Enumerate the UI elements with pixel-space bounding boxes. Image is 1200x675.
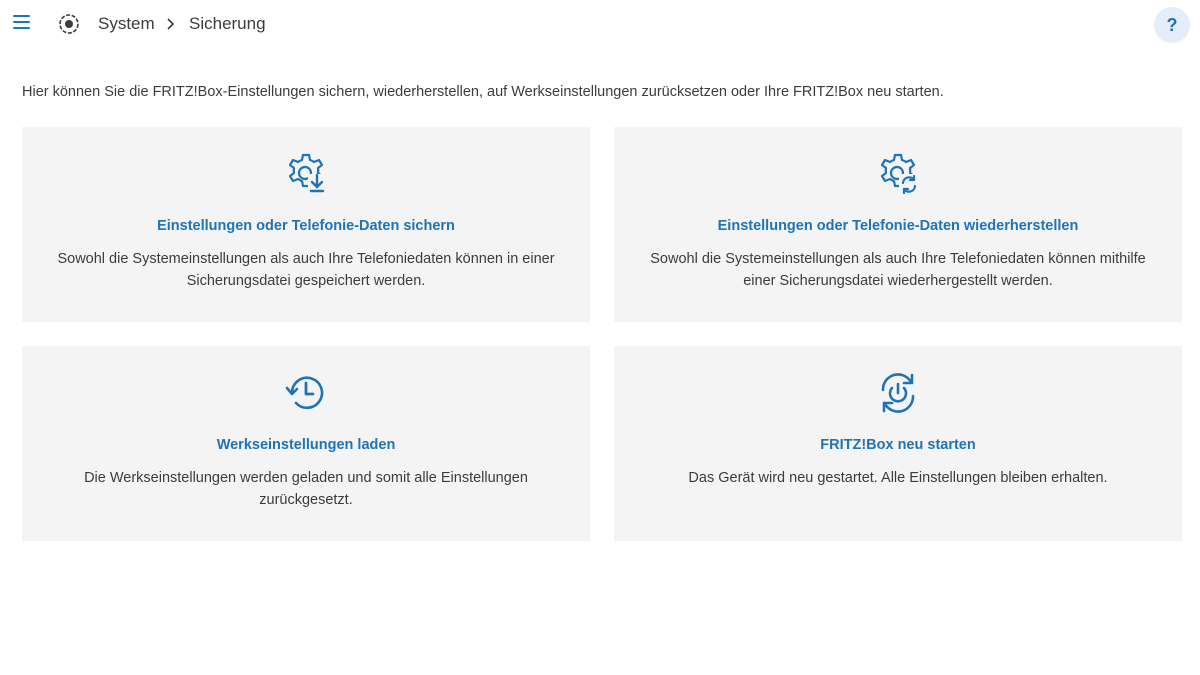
breadcrumb-current: Sicherung: [189, 14, 266, 33]
backup-settings-card[interactable]: Einstellungen oder Telefonie-Daten siche…: [22, 127, 590, 322]
card-title: Einstellungen oder Telefonie-Daten siche…: [157, 218, 455, 234]
card-title: FRITZ!Box neu starten: [820, 437, 976, 453]
page-intro-text: Hier können Sie die FRITZ!Box-Einstellun…: [22, 84, 944, 100]
card-description: Sowohl die Systemeinstellungen als auch …: [57, 251, 555, 289]
top-bar: System Sicherung ?: [0, 0, 1200, 50]
restart-card[interactable]: FRITZ!Box neu starten Das Gerät wird neu…: [614, 346, 1182, 541]
history-clock-icon: [285, 376, 324, 410]
chevron-right-icon: [167, 18, 175, 30]
fritz-logo-icon: [59, 14, 79, 34]
hamburger-icon[interactable]: [10, 12, 34, 34]
card-description: Die Werkseinstellungen werden geladen un…: [84, 470, 528, 508]
help-button[interactable]: ?: [1154, 7, 1190, 43]
card-description: Sowohl die Systemeinstellungen als auch …: [650, 251, 1146, 289]
card-title: Einstellungen oder Telefonie-Daten wiede…: [717, 218, 1079, 234]
card-description: Das Gerät wird neu gestartet. Alle Einst…: [688, 470, 1108, 486]
card-title: Werkseinstellungen laden: [216, 437, 396, 453]
power-restart-icon: [881, 373, 915, 413]
gear-download-icon: [288, 153, 326, 194]
factory-reset-card[interactable]: Werkseinstellungen laden Die Werkseinste…: [22, 346, 590, 541]
breadcrumb-system[interactable]: System: [98, 14, 155, 34]
gear-restore-icon: [880, 153, 919, 195]
restore-settings-card[interactable]: Einstellungen oder Telefonie-Daten wiede…: [614, 127, 1182, 322]
